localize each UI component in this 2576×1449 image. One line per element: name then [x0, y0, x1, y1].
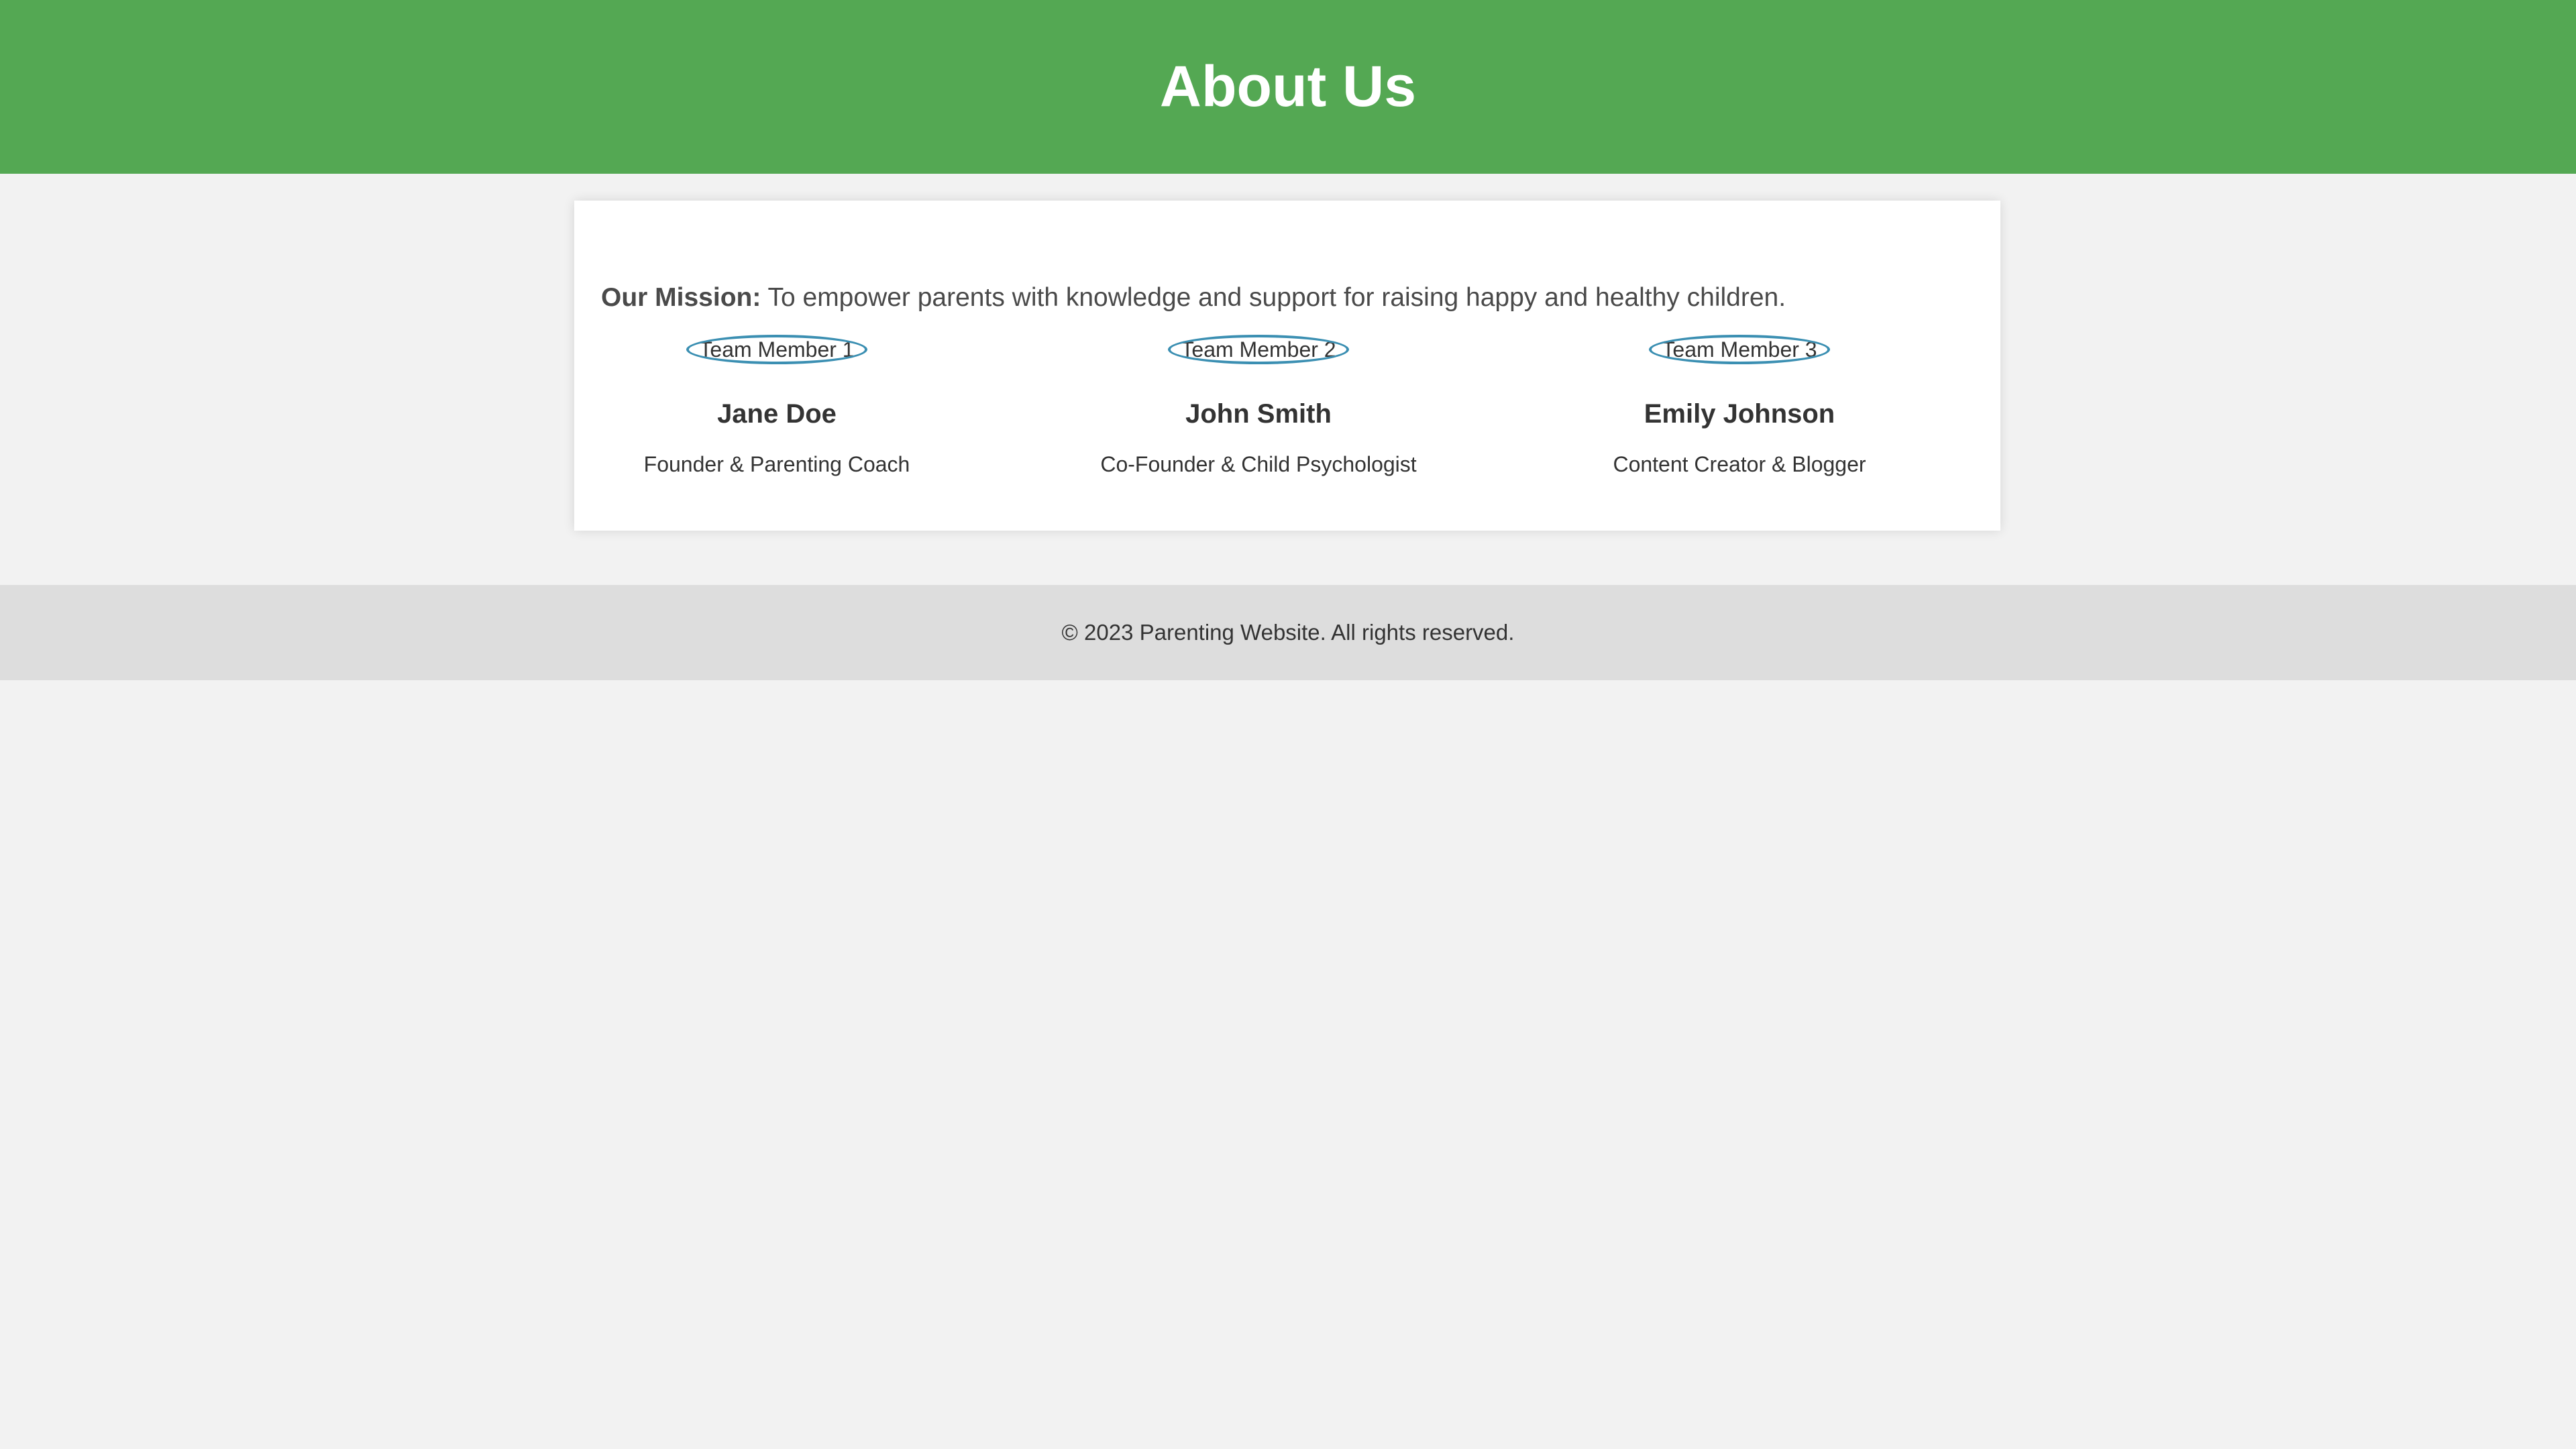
team-grid: Team Member 1 Jane Doe Founder & Parenti…: [574, 335, 2000, 509]
team-member-name: Jane Doe: [717, 399, 837, 429]
mission-text: To empower parents with knowledge and su…: [767, 283, 1786, 312]
team-member-card: Team Member 2 John Smith Co-Founder & Ch…: [1057, 335, 1460, 477]
team-member-name: Emily Johnson: [1644, 399, 1835, 429]
team-member-photo: Team Member 2: [1168, 335, 1349, 364]
page-header: About Us: [0, 0, 2576, 174]
team-member-name: John Smith: [1185, 399, 1332, 429]
mission-statement: Our Mission: To empower parents with kno…: [601, 283, 1786, 313]
copyright-text: © 2023 Parenting Website. All rights res…: [1061, 620, 1515, 645]
about-card: Our Mission: To empower parents with kno…: [574, 201, 2000, 531]
team-member-role: Co-Founder & Child Psychologist: [1100, 452, 1417, 476]
team-member-card: Team Member 3 Emily Johnson Content Crea…: [1538, 335, 1941, 477]
team-member-photo: Team Member 3: [1649, 335, 1830, 364]
team-member-role: Content Creator & Blogger: [1613, 452, 1866, 476]
page-title: About Us: [1159, 54, 1417, 119]
team-member-role: Founder & Parenting Coach: [643, 452, 910, 476]
mission-label: Our Mission:: [601, 283, 761, 312]
team-member-photo: Team Member 1: [686, 335, 867, 364]
team-member-card: Team Member 1 Jane Doe Founder & Parenti…: [576, 335, 978, 477]
page-footer: © 2023 Parenting Website. All rights res…: [0, 585, 2576, 680]
